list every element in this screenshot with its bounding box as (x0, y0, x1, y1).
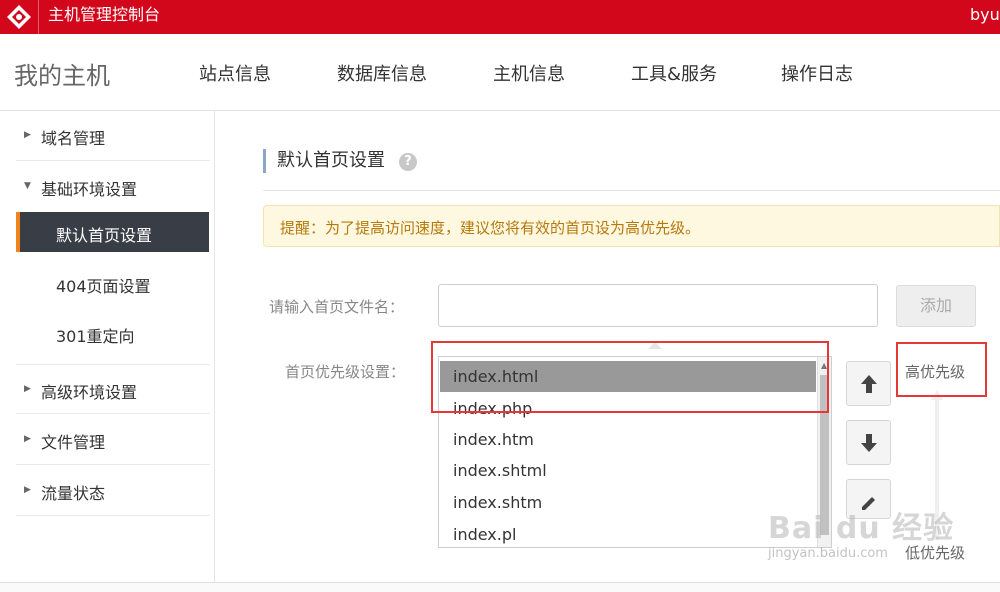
input-label: 请输入首页文件名： (269, 298, 405, 316)
header-separator (38, 0, 39, 34)
bottom-strip (0, 582, 1000, 592)
sidebar-group-domain[interactable]: ▶ 域名管理 (16, 111, 210, 161)
page-title: 默认首页设置 (263, 149, 385, 173)
nav-brand[interactable]: 我的主机 (14, 56, 110, 91)
priority-label: 首页优先级设置： (285, 363, 406, 381)
chevron-right-icon: ▶ (24, 384, 31, 394)
sidebar-item-label: 404页面设置 (56, 277, 151, 296)
sidebar-group-label: 高级环境设置 (41, 383, 138, 402)
sidebar-item-default-homepage[interactable]: 默认首页设置 (16, 212, 209, 252)
top-bar: 主机管理控制台 byu (0, 0, 1000, 34)
app-title: 主机管理控制台 (48, 5, 161, 24)
logo-icon (7, 5, 31, 29)
arrow-up-icon (861, 375, 877, 393)
help-icon[interactable]: ? (399, 153, 417, 171)
sidebar-item-label: 301重定向 (56, 327, 135, 346)
sidebar-group-file-management[interactable]: ▶ 文件管理 (16, 415, 210, 465)
nav-item-site-info[interactable]: 站点信息 (199, 60, 271, 86)
notice-banner: 提醒：为了提高访问速度，建议您将有效的首页设为高优先级。 (263, 205, 1000, 247)
list-item[interactable]: index.shtml (440, 455, 816, 486)
homepage-filename-input[interactable] (438, 284, 878, 327)
sidebar-group-label: 基础环境设置 (41, 180, 138, 199)
sidebar: ▶ 域名管理 ▼ 基础环境设置 默认首页设置 404页面设置 301重定向 ▶ … (0, 111, 215, 592)
user-name[interactable]: byu (970, 3, 1000, 27)
list-item[interactable]: index.htm (440, 424, 816, 455)
annotation-box-priority (896, 342, 987, 397)
sidebar-group-traffic-status[interactable]: ▶ 流量状态 (16, 466, 210, 516)
arrow-down-icon (861, 434, 877, 452)
add-button[interactable]: 添加 (896, 285, 976, 327)
chevron-down-icon: ▼ (24, 181, 31, 191)
sidebar-item-label: 默认首页设置 (56, 226, 153, 245)
nav-item-database-info[interactable]: 数据库信息 (337, 60, 427, 86)
nav-item-tools-services[interactable]: 工具&服务 (631, 60, 717, 86)
main-nav: 我的主机 站点信息 数据库信息 主机信息 工具&服务 操作日志 (0, 34, 1000, 111)
notice-text: 提醒：为了提高访问速度，建议您将有效的首页设为高优先级。 (280, 219, 701, 237)
list-item[interactable]: index.pl (440, 519, 816, 547)
nav-item-operation-log[interactable]: 操作日志 (781, 60, 853, 86)
move-down-button[interactable] (846, 420, 891, 465)
sidebar-item-301-redirect[interactable]: 301重定向 (16, 313, 209, 353)
annotation-box-list (431, 341, 829, 413)
sidebar-item-404-page[interactable]: 404页面设置 (16, 263, 209, 303)
baidu-watermark: Bai du 经验 (768, 511, 955, 546)
watermark-url: jingyan.baidu.com (768, 546, 888, 561)
sidebar-group-label: 文件管理 (41, 433, 106, 452)
nav-item-host-info[interactable]: 主机信息 (493, 60, 565, 86)
chevron-right-icon: ▶ (24, 485, 31, 495)
divider (263, 190, 1000, 191)
chevron-right-icon: ▶ (24, 434, 31, 444)
chevron-right-icon: ▶ (24, 130, 31, 140)
sidebar-group-advanced-env[interactable]: ▶ 高级环境设置 (16, 364, 210, 414)
sidebar-group-basic-env[interactable]: ▼ 基础环境设置 (16, 162, 210, 212)
list-item[interactable]: index.shtm (440, 487, 816, 518)
sidebar-group-label: 域名管理 (41, 129, 106, 148)
sidebar-group-label: 流量状态 (41, 484, 106, 503)
move-up-button[interactable] (846, 361, 891, 406)
